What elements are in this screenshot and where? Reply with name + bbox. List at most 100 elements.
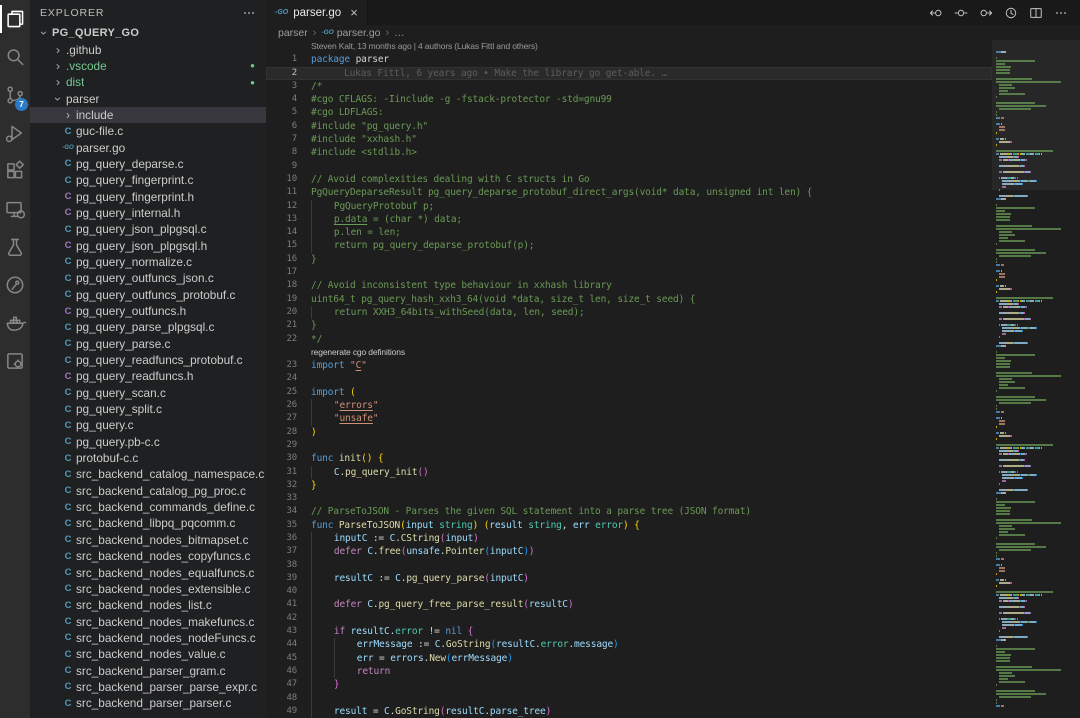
code-line-content[interactable]: Lukas Fittl, 6 years ago • Make the libr… (311, 67, 992, 80)
tree-item-src-backend-commands-define-c[interactable]: Csrc_backend_commands_define.c (30, 499, 266, 515)
code-line-content[interactable]: p.len = len; (311, 226, 992, 239)
tree-item-src-backend-parser-parse-expr-c[interactable]: Csrc_backend_parser_parse_expr.c (30, 679, 266, 695)
breadcrumb-folder[interactable]: parser (278, 27, 308, 39)
code-line-content[interactable]: p.data = (char *) data; (311, 213, 992, 226)
code-line-content[interactable] (311, 266, 992, 279)
code-line-content[interactable]: /* (311, 80, 992, 93)
tree-item-pg-query-scan-c[interactable]: Cpg_query_scan.c (30, 385, 266, 401)
tree-item-include[interactable]: include (30, 107, 266, 123)
activity-testing[interactable] (0, 228, 30, 266)
code-line-content[interactable]: // Avoid inconsistent type behaviour in … (311, 279, 992, 292)
code-line-content[interactable]: result = C.GoString(resultC.parse_tree) (311, 705, 992, 718)
minimap[interactable] (992, 40, 1080, 718)
code-line-content[interactable]: err = errors.New(errMessage) (311, 652, 992, 665)
code-line-content[interactable]: #include "xxhash.h" (311, 133, 992, 146)
code-line-content[interactable]: return pg_query_deparse_protobuf(p); (311, 239, 992, 252)
code-line-content[interactable]: PgQueryProtobuf p; (311, 200, 992, 213)
tree-item-src-backend-catalog-pg-proc-c[interactable]: Csrc_backend_catalog_pg_proc.c (30, 483, 266, 499)
tree-item-pg-query-pb-c-c[interactable]: Cpg_query.pb-c.c (30, 434, 266, 450)
code-line-content[interactable]: #cgo CFLAGS: -Iinclude -g -fstack-protec… (311, 93, 992, 106)
activity-run-debug[interactable] (0, 114, 30, 152)
timeline-icon[interactable] (1004, 6, 1018, 20)
code-line-content[interactable] (311, 559, 992, 572)
tree-item--vscode[interactable]: .vscode● (30, 58, 266, 74)
activity-extensions[interactable] (0, 152, 30, 190)
code-line-content[interactable]: #include "pg_query.h" (311, 120, 992, 133)
tree-item-pg-query-json-plpgsql-h[interactable]: Cpg_query_json_plpgsql.h (30, 237, 266, 253)
breadcrumb-symbol[interactable]: … (394, 27, 405, 39)
code-line-content[interactable]: PgQueryDeparseResult pg_query_deparse_pr… (311, 186, 992, 199)
tree-item-protobuf-c-c[interactable]: Cprotobuf-c.c (30, 450, 266, 466)
code-line-content[interactable]: func init() { (311, 452, 992, 465)
tree-item-pg-query-parse-c[interactable]: Cpg_query_parse.c (30, 336, 266, 352)
tree-item-pg-query-deparse-c[interactable]: Cpg_query_deparse.c (30, 156, 266, 172)
code-line-content[interactable]: #cgo LDFLAGS: (311, 106, 992, 119)
code-line-content[interactable]: */ (311, 333, 992, 346)
breadcrumb-file[interactable]: -GO parser.go (321, 27, 380, 39)
code-line-content[interactable] (311, 585, 992, 598)
open-changes-icon[interactable] (954, 6, 968, 20)
activity-files[interactable] (0, 0, 30, 38)
open-changes-prev-icon[interactable] (929, 6, 943, 20)
code-line-content[interactable]: if resultC.error != nil { (311, 625, 992, 638)
code-line-content[interactable]: } (311, 678, 992, 691)
tree-item-src-backend-parser-parser-c[interactable]: Csrc_backend_parser_parser.c (30, 695, 266, 711)
code-line-content[interactable]: func ParseToJSON(input string) (result s… (311, 519, 992, 532)
tree-item-pg-query-readfuncs-protobuf-c[interactable]: Cpg_query_readfuncs_protobuf.c (30, 352, 266, 368)
tree-item-src-backend-nodes-value-c[interactable]: Csrc_backend_nodes_value.c (30, 646, 266, 662)
tree-item-pg-query-normalize-c[interactable]: Cpg_query_normalize.c (30, 254, 266, 270)
code-line-content[interactable]: inputC := C.CString(input) (311, 532, 992, 545)
tree-item-src-backend-nodes-bitmapset-c[interactable]: Csrc_backend_nodes_bitmapset.c (30, 532, 266, 548)
code-line-content[interactable]: errMessage := C.GoString(resultC.error.m… (311, 638, 992, 651)
code-line-content[interactable]: C.pg_query_init() (311, 466, 992, 479)
tree-item-src-backend-nodes-copyfuncs-c[interactable]: Csrc_backend_nodes_copyfuncs.c (30, 548, 266, 564)
tree-item-pg-query-parse-plpgsql-c[interactable]: Cpg_query_parse_plpgsql.c (30, 319, 266, 335)
tree-item-src-backend-nodes-nodefuncs-c[interactable]: Csrc_backend_nodes_nodeFuncs.c (30, 630, 266, 646)
code-line-content[interactable] (311, 439, 992, 452)
tree-item-pg-query-split-c[interactable]: Cpg_query_split.c (30, 401, 266, 417)
code-line-content[interactable]: uint64_t pg_query_hash_xxh3_64(void *dat… (311, 293, 992, 306)
code-line-content[interactable]: defer C.pg_query_free_parse_result(resul… (311, 598, 992, 611)
tree-item-src-backend-libpq-pqcomm-c[interactable]: Csrc_backend_libpq_pqcomm.c (30, 515, 266, 531)
explorer-more-actions-icon[interactable] (242, 6, 256, 20)
code-line-content[interactable]: } (311, 319, 992, 332)
tree-item-pg-query-json-plpgsql-c[interactable]: Cpg_query_json_plpgsql.c (30, 221, 266, 237)
code-line-content[interactable]: "errors" (311, 399, 992, 412)
activity-gitlens[interactable] (0, 266, 30, 304)
tree-item-src-backend-catalog-namespace-c[interactable]: Csrc_backend_catalog_namespace.c (30, 466, 266, 482)
code-line-content[interactable]: return XXH3_64bits_withSeed(data, len, s… (311, 306, 992, 319)
activity-source-control[interactable]: 7 (0, 76, 30, 114)
code-line-content[interactable]: return (311, 665, 992, 678)
tree-item-src-backend-parser-gram-c[interactable]: Csrc_backend_parser_gram.c (30, 662, 266, 678)
tree-item-pg-query-fingerprint-h[interactable]: Cpg_query_fingerprint.h (30, 188, 266, 204)
tree-item-src-backend-nodes-equalfuncs-c[interactable]: Csrc_backend_nodes_equalfuncs.c (30, 564, 266, 580)
activity-search[interactable] (0, 38, 30, 76)
code-line-content[interactable]: import ( (311, 386, 992, 399)
code-line-content[interactable]: resultC := C.pg_query_parse(inputC) (311, 572, 992, 585)
tree-item-pg-query-readfuncs-h[interactable]: Cpg_query_readfuncs.h (30, 368, 266, 384)
git-blame-lens[interactable]: Steven Kalt, 13 months ago | 4 authors (… (266, 40, 992, 53)
tree-item-src-backend-nodes-makefuncs-c[interactable]: Csrc_backend_nodes_makefuncs.c (30, 613, 266, 629)
tree-item--github[interactable]: .github (30, 41, 266, 57)
tree-item-parser-go[interactable]: -GOparser.go (30, 139, 266, 155)
tree-item-pg-query-outfuncs-protobuf-c[interactable]: Cpg_query_outfuncs_protobuf.c (30, 287, 266, 303)
tree-item-dist[interactable]: dist● (30, 74, 266, 90)
code-line-content[interactable]: } (311, 253, 992, 266)
code-line-content[interactable]: import "C" (311, 359, 992, 372)
more-actions-icon[interactable] (1054, 6, 1068, 20)
code-line-content[interactable]: package parser (311, 53, 992, 66)
tree-item-pg-query-outfuncs-json-c[interactable]: Cpg_query_outfuncs_json.c (30, 270, 266, 286)
tree-item-guc-file-c[interactable]: Cguc-file.c (30, 123, 266, 139)
open-changes-next-icon[interactable] (979, 6, 993, 20)
tree-item-src-backend-nodes-list-c[interactable]: Csrc_backend_nodes_list.c (30, 597, 266, 613)
activity-dev-containers[interactable] (0, 342, 30, 380)
tree-item-parser[interactable]: parser (30, 90, 266, 106)
tree-item-pg-query-internal-h[interactable]: Cpg_query_internal.h (30, 205, 266, 221)
tree-item-pg-query-fingerprint-c[interactable]: Cpg_query_fingerprint.c (30, 172, 266, 188)
code-area[interactable]: Steven Kalt, 13 months ago | 4 authors (… (266, 40, 992, 718)
activity-docker[interactable] (0, 304, 30, 342)
tab-parser-go[interactable]: -GO parser.go × (266, 0, 368, 25)
tree-item-pg-query-c[interactable]: Cpg_query.c (30, 417, 266, 433)
code-line-content[interactable] (311, 160, 992, 173)
tree-item-pg-query-outfuncs-h[interactable]: Cpg_query_outfuncs.h (30, 303, 266, 319)
